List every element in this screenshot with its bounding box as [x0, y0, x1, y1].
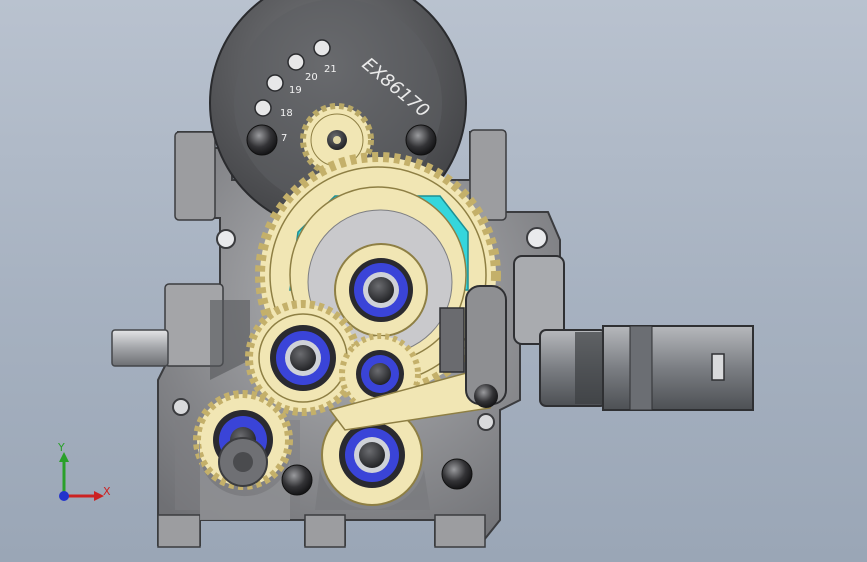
hole-number-18: 18 [280, 108, 293, 119]
pivot-bolt-icon [474, 384, 498, 408]
bolt-head-icon [405, 124, 437, 156]
bolt-head-icon [281, 464, 313, 496]
connector-latch-icon [711, 353, 725, 381]
hole-number-7: 7 [281, 133, 287, 144]
x-axis-label: X [103, 485, 111, 498]
hole-number-21: 21 [324, 64, 337, 75]
hole-number-20: 20 [305, 72, 318, 83]
bolt-head-icon [441, 458, 473, 490]
bearing-upper[interactable] [334, 243, 428, 337]
bolt-head-icon [246, 124, 278, 156]
gearbox-model[interactable]: 21 20 19 18 7 EX86170 [0, 0, 867, 562]
y-axis-label: Y [58, 441, 65, 454]
motor-connector[interactable] [513, 255, 754, 411]
triad-axes [59, 452, 104, 501]
graphics-viewport[interactable]: 21 20 19 18 7 EX86170 Y X [0, 0, 867, 562]
hole-number-19: 19 [289, 85, 302, 96]
lower-left-gear[interactable] [193, 390, 293, 520]
coordinate-triad[interactable]: Y X [44, 438, 124, 518]
